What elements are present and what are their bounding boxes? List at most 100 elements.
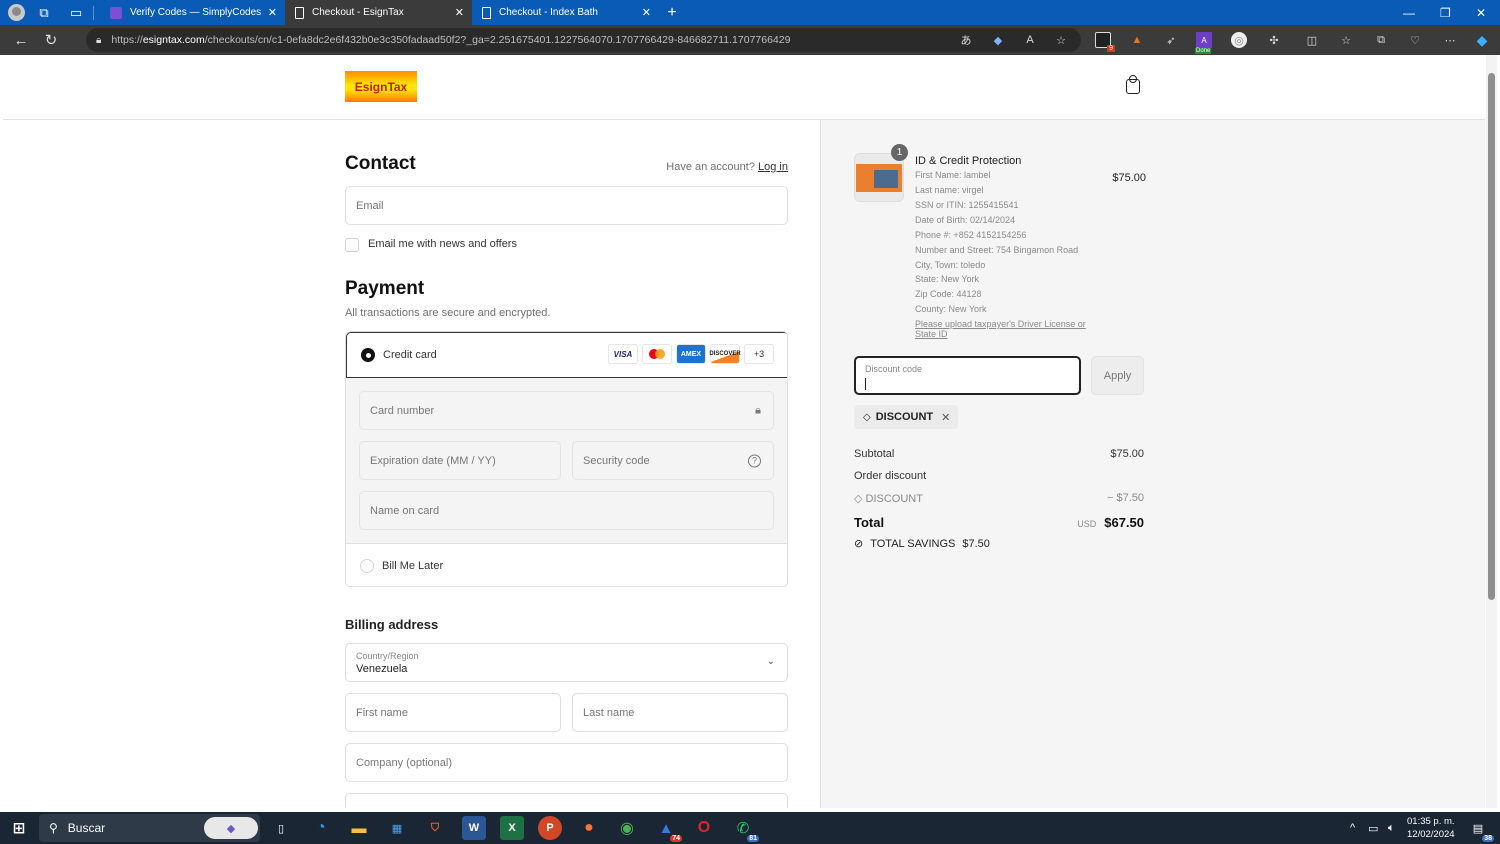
edge-icon[interactable]: ◔	[309, 816, 333, 840]
word-icon[interactable]: W	[462, 816, 486, 840]
store-header: EsignTax	[3, 55, 1485, 120]
last-name-input[interactable]: Last name	[572, 693, 788, 732]
minimize-icon[interactable]: —	[1403, 0, 1415, 25]
whatsapp-icon[interactable]: ✆ 81	[731, 816, 759, 842]
total-row: Total USD $67.50	[854, 514, 1144, 532]
page-scrollbar[interactable]	[1486, 55, 1497, 808]
subtotal-value: $75.00	[1110, 448, 1144, 460]
back-icon[interactable]: ←	[6, 25, 36, 55]
microsoft-store-icon[interactable]: ▦	[385, 816, 409, 840]
total-savings: ⊘ TOTAL SAVINGS $7.50	[854, 537, 990, 551]
notifications-icon[interactable]: ▤ 38	[1466, 816, 1494, 842]
quantity-badge: 1	[891, 144, 908, 161]
card-number-input[interactable]: Card number 🔒︎	[359, 391, 774, 430]
security-code-input[interactable]: Security code ?	[572, 441, 774, 480]
search-icon: ⚲	[49, 821, 58, 835]
system-clock[interactable]: 01:35 p. m. 12/02/2024	[1407, 815, 1455, 841]
country-select[interactable]: Country/Region Venezuela ⌄	[345, 643, 788, 682]
scrollbar-thumb[interactable]	[1488, 73, 1495, 600]
new-tab-icon[interactable]: +	[661, 2, 683, 24]
taskbar-search[interactable]: ⚲ Buscar ◆	[39, 814, 260, 842]
bill-me-later-radio[interactable]	[360, 559, 374, 573]
product-detail: Number and Street: 754 Bingamon Road	[915, 245, 1079, 255]
excel-icon[interactable]: X	[500, 816, 524, 840]
card-number-placeholder: Card number	[370, 404, 435, 417]
apply-button[interactable]: Apply	[1091, 356, 1144, 395]
close-tab-icon[interactable]: ✕	[455, 6, 464, 19]
tab-title: Checkout - EsignTax	[312, 7, 404, 18]
tab-actions-icon[interactable]: ▭	[65, 2, 87, 24]
firefox-icon[interactable]: ●	[577, 816, 601, 840]
more-brands-badge: +3	[744, 344, 774, 364]
coupon-tag-icon[interactable]: ◆	[990, 32, 1006, 48]
login-link[interactable]: Log in	[758, 161, 788, 173]
account-prompt: Have an account? Log in	[666, 161, 788, 173]
favorite-star-icon[interactable]: ☆	[1053, 32, 1069, 48]
copilot-icon[interactable]: ◆	[1474, 32, 1490, 48]
read-aloud-icon[interactable]: A	[1022, 32, 1038, 48]
close-window-icon[interactable]: ✕	[1476, 0, 1486, 25]
credit-card-label: Credit card	[383, 349, 437, 361]
collections-icon[interactable]: ⧉	[1373, 32, 1389, 48]
extension-circle-icon[interactable]: ◎	[1231, 32, 1247, 48]
address-bar[interactable]: 🔒︎ https://esigntax.com/checkouts/cn/c1-…	[86, 28, 1081, 52]
opera-icon[interactable]: O	[692, 816, 716, 840]
task-view-icon[interactable]: ▯	[269, 816, 293, 840]
chrome-icon[interactable]: ◉	[615, 816, 639, 840]
volume-icon[interactable]: 🔈︎	[1388, 812, 1395, 844]
savings-value: $7.50	[962, 537, 990, 550]
extension-done-icon[interactable]: A Done	[1195, 32, 1212, 54]
brave-icon[interactable]: ⛉	[423, 816, 447, 840]
windows-start-icon[interactable]: ⊞	[7, 816, 31, 840]
refresh-icon[interactable]: ↻	[36, 25, 66, 55]
more-menu-icon[interactable]: ⋯	[1442, 32, 1458, 48]
product-price: $75.00	[1112, 172, 1146, 184]
favorites-icon[interactable]: ☆	[1338, 32, 1354, 48]
first-name-input[interactable]: First name	[345, 693, 561, 732]
credit-card-option[interactable]: Credit card VISA AMEX DISCOVER +3	[346, 332, 787, 378]
tab-title: Verify Codes — SimplyCodes	[130, 7, 262, 18]
shopping-bag-icon[interactable]	[1126, 75, 1140, 94]
product-detail: First Name: lambel	[915, 170, 991, 180]
browser-essentials-icon[interactable]: ♡	[1407, 32, 1423, 48]
credit-card-radio[interactable]	[361, 348, 375, 362]
translate-icon[interactable]: あ	[958, 32, 974, 48]
help-icon[interactable]: ?	[748, 454, 761, 467]
upload-id-link[interactable]: Please upload taxpayer's Driver License …	[915, 319, 1100, 339]
powerpoint-icon[interactable]: P	[538, 816, 562, 840]
show-hidden-icons[interactable]: ^	[1350, 812, 1355, 844]
discount-value: − $7.50	[1106, 492, 1144, 504]
bill-me-later-option[interactable]: Bill Me Later	[346, 544, 787, 586]
restore-icon[interactable]: ❐	[1440, 0, 1451, 25]
tab-simplycodes[interactable]: Verify Codes — SimplyCodes ✕	[100, 0, 285, 25]
address-input[interactable]	[345, 793, 788, 808]
card-brand-icons: VISA AMEX DISCOVER +3	[608, 344, 774, 364]
tab-index-bath[interactable]: Checkout - Index Bath ✕	[472, 0, 659, 25]
company-input[interactable]: Company (optional)	[345, 743, 788, 782]
expiration-date-input[interactable]: Expiration date (MM / YY)	[359, 441, 561, 480]
close-tab-icon[interactable]: ✕	[268, 6, 277, 19]
discount-code-input[interactable]: Discount code	[854, 356, 1081, 395]
payment-methods: Credit card VISA AMEX DISCOVER +3 Card n…	[345, 331, 788, 587]
file-explorer-icon[interactable]: ▬	[347, 816, 371, 840]
extension-bird-icon[interactable]: ➶	[1163, 32, 1179, 48]
tab-esigntax[interactable]: Checkout - EsignTax ✕	[285, 0, 472, 25]
app-icon[interactable]: ▲ 74	[654, 816, 682, 842]
profile-avatar[interactable]	[8, 4, 25, 21]
email-input[interactable]: Email	[345, 186, 788, 225]
close-tab-icon[interactable]: ✕	[642, 6, 651, 19]
discover-icon: DISCOVER	[709, 344, 741, 364]
url-prefix: https://	[111, 34, 143, 46]
product-detail: Zip Code: 44128	[915, 289, 982, 299]
newsletter-checkbox[interactable]	[345, 238, 359, 252]
name-on-card-input[interactable]: Name on card	[359, 491, 774, 530]
copilot-icon[interactable]: ◆	[204, 817, 258, 839]
store-logo[interactable]: EsignTax	[345, 71, 417, 102]
extensions-puzzle-icon[interactable]: ✣	[1266, 32, 1282, 48]
split-screen-icon[interactable]: ◫	[1304, 32, 1320, 48]
workspaces-icon[interactable]: ⧉	[33, 2, 55, 24]
remove-discount-icon[interactable]: ✕	[941, 411, 950, 424]
extension-icon[interactable]: 9	[1095, 32, 1115, 52]
network-icon[interactable]: ▭	[1368, 812, 1378, 844]
metamask-icon[interactable]: ▲	[1129, 32, 1145, 48]
